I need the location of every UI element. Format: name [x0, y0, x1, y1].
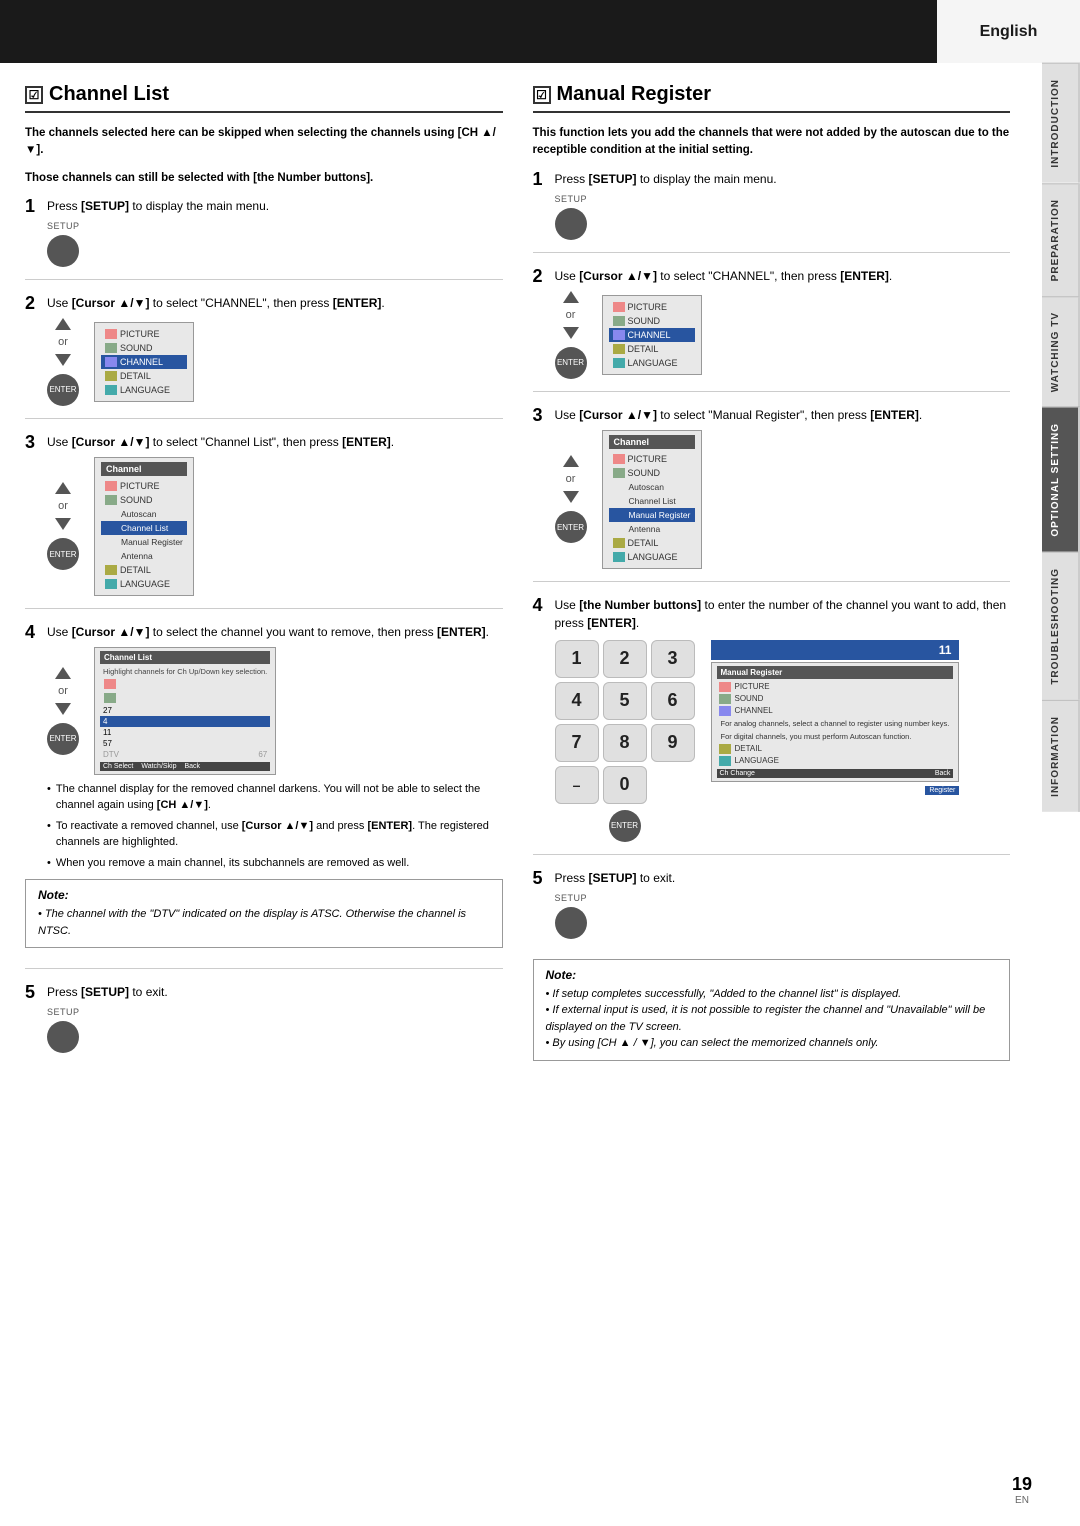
page-number-area: 19 EN [1012, 1474, 1032, 1506]
main-menu-screen: PICTURE SOUND CHANNEL DETAIL LANGUAGE [94, 322, 194, 402]
cursor-up2-icon[interactable] [55, 482, 71, 494]
channel-list-title: ☑ Channel List [25, 83, 503, 113]
mr-cursor-group: or ENTER [555, 291, 587, 379]
cl-step2: 2 Use [Cursor ▲/▼] to select "CHANNEL", … [25, 294, 503, 419]
checkbox-icon2: ☑ [533, 86, 551, 104]
side-tab-watching[interactable]: WATCHING TV [1042, 296, 1080, 407]
mr-cursor-down2-icon[interactable] [563, 491, 579, 503]
cl-step2-visual: or ENTER PICTURE SOUND CHANNEL DETAIL LA… [47, 318, 503, 406]
cursor-group2: or ENTER [47, 482, 79, 570]
cl-step5: 5 Press [SETUP] to exit. SETUP [25, 983, 503, 1065]
side-tab-optional[interactable]: OPTIONAL SETTING [1042, 407, 1080, 552]
side-tab-troubleshooting[interactable]: TROUBLESHOOTING [1042, 552, 1080, 700]
top-bar: English [0, 0, 1080, 63]
mr-enter-button[interactable]: ENTER [555, 347, 587, 379]
setup-button[interactable] [47, 235, 79, 267]
mr-setup-btn: SETUP [555, 194, 588, 240]
mr-screen-area: 11 Manual Register PICTURE SOUND [711, 640, 960, 842]
bullet-item: • The channel display for the removed ch… [47, 781, 503, 814]
page-number: 19 [1012, 1474, 1032, 1495]
mr-enter-button2[interactable]: ENTER [555, 511, 587, 543]
mr-cursor-down-icon[interactable] [563, 327, 579, 339]
channel-list-screen: Channel List Highlight channels for Ch U… [94, 647, 276, 775]
manual-reg-screen: Manual Register PICTURE SOUND CHANNEL [711, 662, 960, 782]
cl-step5-visual: SETUP [47, 1007, 503, 1053]
mr-note-box: Note: • If setup completes successfully,… [533, 959, 1011, 1061]
num-btn-8[interactable]: 8 [603, 724, 647, 762]
register-button[interactable]: Register [925, 786, 959, 795]
channel-list-intro2: Those channels can still be selected wit… [25, 170, 503, 187]
mr-step3-visual: or ENTER Channel PICTURE SOUND Autoscan … [555, 430, 1011, 569]
side-tabs: INTRODUCTION PREPARATION WATCHING TV OPT… [1042, 63, 1080, 811]
enter-button[interactable]: ENTER [47, 374, 79, 406]
cursor-group: or ENTER [47, 318, 79, 406]
numpad-area: 1 2 3 4 5 6 7 8 9 – 0 [555, 640, 695, 842]
mr-step5: 5 Press [SETUP] to exit. SETUP [533, 869, 1011, 951]
num-btn-7[interactable]: 7 [555, 724, 599, 762]
mr-intro: This function lets you add the channels … [533, 125, 1011, 160]
mr-step2-visual: or ENTER PICTURE SOUND CHANNEL DETAIL LA… [555, 291, 1011, 379]
mr-step1: 1 Press [SETUP] to display the main menu… [533, 170, 1011, 253]
channel-num-display: 11 [711, 640, 960, 660]
mr-cursor-up-icon[interactable] [563, 291, 579, 303]
num-btn-9[interactable]: 9 [651, 724, 695, 762]
cursor-group3: or ENTER [47, 667, 79, 755]
num-btn-1[interactable]: 1 [555, 640, 599, 678]
language-tab[interactable]: English [937, 0, 1080, 63]
mr-step3: 3 Use [Cursor ▲/▼] to select "Manual Reg… [533, 406, 1011, 582]
mr-setup-button2[interactable] [555, 907, 587, 939]
cursor-up-icon[interactable] [55, 318, 71, 330]
cl-bullets: • The channel display for the removed ch… [47, 781, 503, 872]
channel-submenu-screen: Channel PICTURE SOUND Autoscan Channel L… [94, 457, 194, 596]
num-btn-5[interactable]: 5 [603, 682, 647, 720]
bullet-item: • When you remove a main channel, its su… [47, 855, 503, 872]
mr-cursor-group2: or ENTER [555, 455, 587, 543]
manual-register-section: ☑ Manual Register This function lets you… [533, 83, 1011, 1079]
checkbox-icon: ☑ [25, 86, 43, 104]
num-btn-0[interactable]: 0 [603, 766, 647, 804]
num-btn-4[interactable]: 4 [555, 682, 599, 720]
mr-setup-btn2: SETUP [555, 893, 588, 939]
cl-step1-visual: SETUP [47, 221, 503, 267]
mr-enter-button3[interactable]: ENTER [609, 810, 641, 842]
main-content: ☑ Channel List The channels selected her… [0, 63, 1040, 1099]
cl-step1: 1 Press [SETUP] to display the main menu… [25, 197, 503, 280]
cl-step3: 3 Use [Cursor ▲/▼] to select "Channel Li… [25, 433, 503, 609]
side-tab-information[interactable]: INFORMATION [1042, 700, 1080, 812]
mr-step4-visual: 1 2 3 4 5 6 7 8 9 – 0 [555, 640, 1011, 842]
side-tab-preparation[interactable]: PREPARATION [1042, 183, 1080, 296]
num-btn-dash[interactable]: – [555, 766, 599, 804]
setup-btn-group2: SETUP [47, 1007, 80, 1053]
cl-note-box: Note: • The channel with the "DTV" indic… [25, 879, 503, 948]
mr-cursor-up2-icon[interactable] [563, 455, 579, 467]
mr-step1-visual: SETUP [555, 194, 1011, 240]
bullet-item: • To reactivate a removed channel, use [… [47, 818, 503, 851]
cursor-down2-icon[interactable] [55, 518, 71, 530]
cursor-up3-icon[interactable] [55, 667, 71, 679]
setup-button2[interactable] [47, 1021, 79, 1053]
manual-register-title: ☑ Manual Register [533, 83, 1011, 113]
num-btn-3[interactable]: 3 [651, 640, 695, 678]
cl-step4-visual: or ENTER Channel List Highlight channels… [47, 647, 503, 775]
cursor-down-icon[interactable] [55, 354, 71, 366]
mr-main-menu-screen: PICTURE SOUND CHANNEL DETAIL LANGUAGE [602, 295, 702, 375]
num-btn-2[interactable]: 2 [603, 640, 647, 678]
channel-list-section: ☑ Channel List The channels selected her… [25, 83, 503, 1079]
cursor-down3-icon[interactable] [55, 703, 71, 715]
num-btn-6[interactable]: 6 [651, 682, 695, 720]
cl-step3-visual: or ENTER Channel PICTURE SOUND Autoscan … [47, 457, 503, 596]
channel-list-intro1: The channels selected here can be skippe… [25, 125, 503, 160]
enter-button2[interactable]: ENTER [47, 538, 79, 570]
enter-button3[interactable]: ENTER [47, 723, 79, 755]
mr-setup-button[interactable] [555, 208, 587, 240]
setup-btn-group: SETUP [47, 221, 80, 267]
page-en: EN [1012, 1495, 1032, 1506]
mr-step2: 2 Use [Cursor ▲/▼] to select "CHANNEL", … [533, 267, 1011, 392]
mr-step4: 4 Use [the Number buttons] to enter the … [533, 596, 1011, 855]
mr-step5-visual: SETUP [555, 893, 1011, 939]
side-tab-introduction[interactable]: INTRODUCTION [1042, 63, 1080, 183]
mr-channel-submenu: Channel PICTURE SOUND Autoscan Channel L… [602, 430, 702, 569]
cl-step4: 4 Use [Cursor ▲/▼] to select the channel… [25, 623, 503, 970]
